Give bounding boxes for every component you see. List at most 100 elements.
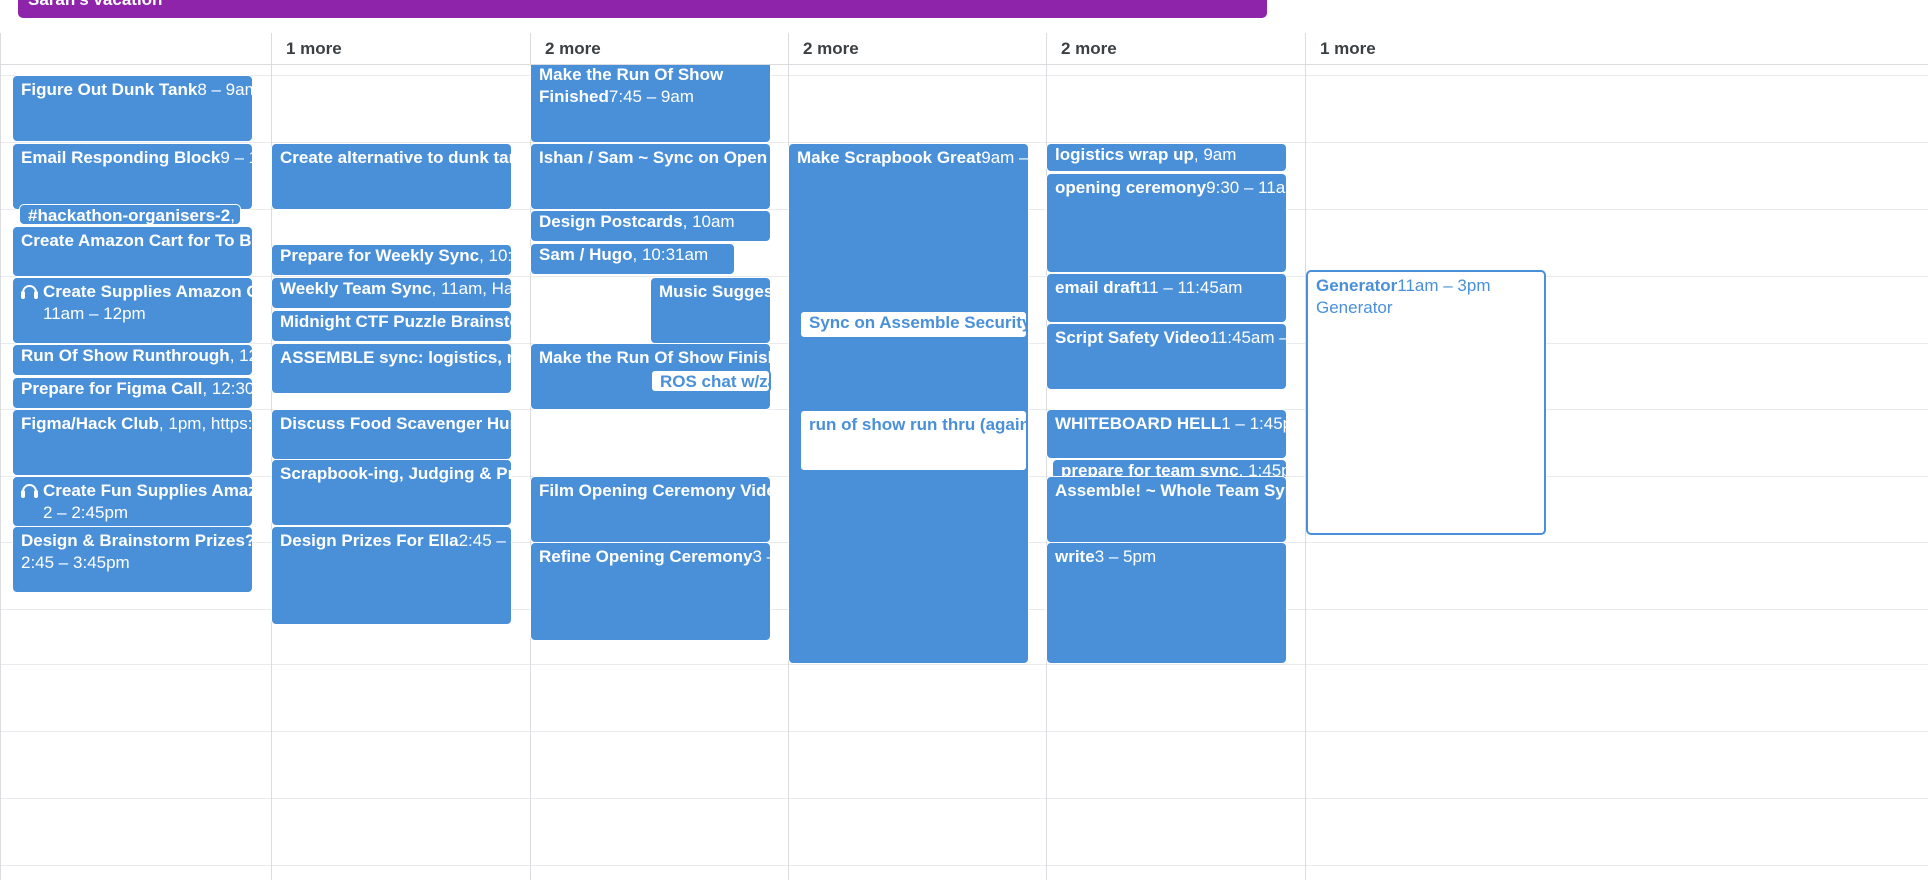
event-title: Figma/Hack Club — [21, 414, 159, 433]
calendar-event-music-suggestions[interactable]: Music Suggestions11am – 12pm — [650, 277, 771, 344]
event-time: 12pm — [230, 346, 252, 365]
event-title: Film Opening Ceremony Video — [539, 481, 771, 500]
event-title: ASSEMBLE sync: logistics, magic — [280, 348, 511, 367]
calendar-event-sam-hugo[interactable]: Sam / Hugo10:31am — [530, 243, 735, 275]
event-time: 8 – 9am — [197, 80, 253, 99]
event-title: Scrapbook-ing, Judging & Printi — [280, 464, 511, 483]
calendar-event-discuss-food-scavenger-hunt-l[interactable]: Discuss Food Scavenger Hunt L1 – 1:45pm — [271, 409, 512, 460]
calendar-event-script-safety-video[interactable]: Script Safety Video11:45am – 12:45pm — [1046, 323, 1287, 390]
event-title: Create Amazon Cart for To Buy List — [21, 231, 252, 250]
event-title: Design Postcards — [539, 212, 683, 231]
calendar-event-assemble-whole-team-sync[interactable]: Assemble! ~ Whole Team Sync2 – 3pm — [1046, 476, 1287, 543]
grid-hour-line — [0, 798, 1928, 799]
more-events-link-3[interactable]: 2 more — [788, 33, 1046, 65]
calendar-event-whiteboard-hell[interactable]: WHITEBOARD HELL1 – 1:45pm — [1046, 409, 1287, 459]
calendar-event-write[interactable]: write3 – 5pm — [1046, 542, 1287, 664]
calendar-event-generator[interactable]: Generator11am – 3pm Generator — [1306, 270, 1546, 535]
grid-column-line — [0, 65, 1, 880]
event-title: opening ceremony — [1055, 178, 1207, 197]
event-time: 3 – 5pm — [1094, 547, 1157, 566]
calendar-event-figma-hack-club[interactable]: Figma/Hack Club1pm, https://figma.zoom.u… — [12, 409, 253, 476]
event-time: 10:31am — [633, 245, 709, 264]
grid-hour-line — [0, 731, 1928, 732]
more-events-link-1[interactable]: 1 more — [271, 33, 530, 65]
event-time: 10am — [230, 206, 240, 224]
event-title: Sam / Hugo — [539, 245, 633, 264]
event-title: Midnight CTF Puzzle Brainstorm — [280, 312, 511, 331]
event-title: Prepare for Figma Call — [21, 379, 203, 398]
calendar-event-weekly-team-sync[interactable]: Weekly Team Sync11am, Hack — [271, 277, 512, 309]
calendar-event-create-alternative-to-dunk-tank[interactable]: Create alternative to dunk tank9 – 10am — [271, 143, 512, 210]
calendar-event-midnight-ctf-puzzle-brainstorm[interactable]: Midnight CTF Puzzle Brainstorm — [271, 310, 512, 342]
calendar-event-email-draft[interactable]: email draft11 – 11:45am — [1046, 273, 1287, 323]
calendar-event-make-scrapbook-great[interactable]: Make Scrapbook Great9am – 5pm — [788, 143, 1029, 664]
event-title: Make Scrapbook Great — [797, 148, 982, 167]
calendar-event-make-the-run-of-show-finished[interactable]: Make the Run Of Show Finished7:45 – 9am — [530, 65, 771, 143]
calendar-event-email-responding-block[interactable]: Email Responding Block9 – 10am — [12, 143, 253, 210]
event-time: 9am — [1194, 145, 1237, 164]
event-time: 1pm, https://figma.zoom.us/j/9 — [159, 414, 252, 433]
calendar-event-design-brainstorm-prizes[interactable]: Design & Brainstorm Prizes?? 2:45 – 3:45p… — [12, 526, 253, 593]
headphone-icon — [21, 285, 38, 299]
calendar-event-create-fun-supplies-amazon-cart[interactable]: Create Fun Supplies Amazon Cart 2 – 2:45p… — [12, 476, 253, 527]
calendar-event-ros-chat-w-zach[interactable]: ROS chat w/zach — [650, 369, 771, 393]
calendar-event-opening-ceremony[interactable]: opening ceremony9:30 – 11am — [1046, 173, 1287, 273]
event-title: Create Supplies Amazon Cart — [21, 282, 252, 301]
event-title: ROS chat w/zach — [660, 372, 769, 391]
grid-hour-line — [0, 865, 1928, 866]
calendar-event-scrapbook-ing-judging-printi[interactable]: Scrapbook-ing, Judging & Printi1:45 – 2:… — [271, 459, 512, 526]
event-time: 11am – 12pm — [43, 304, 146, 323]
event-title: logistics wrap up — [1055, 145, 1194, 164]
event-title: Create alternative to dunk tank — [280, 148, 512, 167]
all-day-band: Sarah's vacation — [0, 0, 1928, 33]
calendar-event-sync-on-assemble-security[interactable]: Sync on Assemble Security1 — [799, 310, 1028, 339]
event-title: Ishan / Sam ~ Sync on Open Mic — [539, 148, 770, 167]
more-events-link-5[interactable]: 1 more — [1305, 33, 1928, 65]
event-time: 9:30 – 11am — [1206, 178, 1286, 197]
headphone-icon — [21, 484, 38, 498]
calendar-event-refine-opening-ceremony[interactable]: Refine Opening Ceremony3 – 4:30pm — [530, 542, 771, 641]
event-title: Sync on Assemble Security — [809, 313, 1028, 332]
calendar-event-design-prizes-for-ella[interactable]: Design Prizes For Ella2:45 – 4:15pm — [271, 526, 512, 625]
calendar-event-figure-out-dunk-tank[interactable]: Figure Out Dunk Tank8 – 9am — [12, 75, 253, 142]
calendar-event-design-postcards[interactable]: Design Postcards10am — [530, 210, 771, 242]
event-title: Create Fun Supplies Amazon Cart — [21, 481, 252, 500]
calendar-event-ishan-sam-sync-on-open-mic[interactable]: Ishan / Sam ~ Sync on Open Mic9 – 10am — [530, 143, 771, 210]
event-time: 11am – 3pm — [1397, 276, 1491, 295]
more-events-link-4[interactable]: 2 more — [1046, 33, 1305, 65]
calendar-event-create-supplies-amazon-cart[interactable]: Create Supplies Amazon Cart 11am – 12pm — [12, 277, 253, 344]
event-title: Assemble! ~ Whole Team Sync — [1055, 481, 1287, 500]
event-time: 3 – 4:30pm — [752, 547, 770, 566]
calendar-event-create-amazon-cart-for-to-buy-list[interactable]: Create Amazon Cart for To Buy List10:15 … — [12, 226, 253, 277]
calendar-day-view: Sarah's vacation 1 more2 more2 more2 mor… — [0, 0, 1928, 880]
event-title: email draft — [1055, 278, 1141, 297]
event-time: 11:45am – 12:45pm — [1209, 328, 1286, 347]
event-location: Generator — [1316, 298, 1393, 317]
event-title: Figure Out Dunk Tank — [21, 80, 198, 99]
more-events-link-2[interactable]: 2 more — [530, 33, 788, 65]
all-day-event-vacation[interactable]: Sarah's vacation — [18, 0, 1267, 18]
event-title: Email Responding Block — [21, 148, 221, 167]
calendar-event-assemble-sync-logistics-magic[interactable]: ASSEMBLE sync: logistics, magic12 – 12:4… — [271, 343, 512, 394]
event-time: 9am – 5pm — [981, 148, 1029, 167]
calendar-event-logistics-wrap-up[interactable]: logistics wrap up9am — [1046, 143, 1287, 172]
event-title: WHITEBOARD HELL — [1055, 414, 1222, 433]
calendar-event-prepare-for-weekly-sync[interactable]: Prepare for Weekly Sync10:30 — [271, 244, 512, 276]
event-time: 2:45 – 4:15pm — [458, 531, 511, 550]
more-events-row: 1 more 2 more 2 more 2 more 1 more — [0, 33, 1928, 65]
calendar-event-run-of-show-run-thru-again[interactable]: run of show run thru (again!)1 – 2pm — [799, 409, 1028, 472]
event-title: Prepare for Weekly Sync — [280, 246, 480, 265]
calendar-event-run-of-show-runthrough[interactable]: Run Of Show Runthrough12pm — [12, 344, 253, 376]
calendar-event-hackathon-organisers-2[interactable]: #hackathon-organisers-210am — [19, 204, 241, 225]
event-title: Design Prizes For Ella — [280, 531, 459, 550]
event-time: 2:45 – 3:45pm — [21, 553, 130, 572]
event-title: Weekly Team Sync — [280, 279, 432, 298]
calendar-grid: Figure Out Dunk Tank8 – 9am Email Respond… — [0, 65, 1928, 880]
event-title: run of show run thru (again!) — [809, 415, 1028, 434]
event-title: Music Suggestions — [659, 282, 770, 301]
grid-hour-line — [0, 664, 1928, 665]
event-time: 9 – 10am — [220, 148, 252, 167]
calendar-event-prepare-for-figma-call[interactable]: Prepare for Figma Call12:30pm — [12, 377, 253, 409]
calendar-event-film-opening-ceremony-video[interactable]: Film Opening Ceremony Video2 – 3pm — [530, 476, 771, 543]
event-time: 11am, Hack — [432, 279, 511, 298]
